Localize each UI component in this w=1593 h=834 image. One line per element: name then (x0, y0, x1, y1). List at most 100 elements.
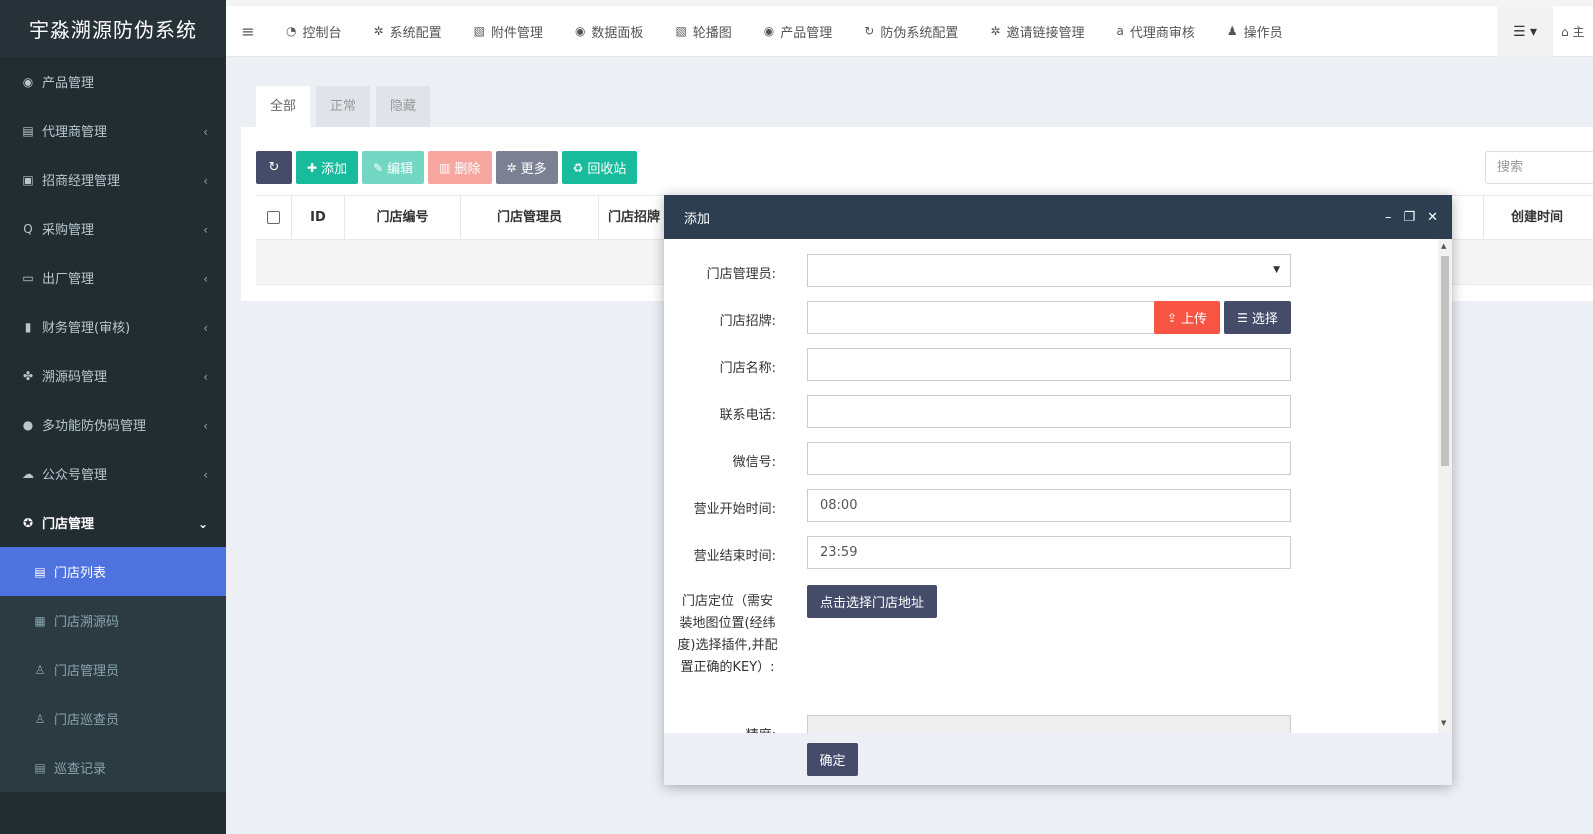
top-nav-item[interactable]: ✲ 邀请链接管理 (974, 6, 1100, 57)
scroll-up-icon[interactable]: ▲ (1441, 242, 1446, 250)
close-icon[interactable]: ✕ (1427, 210, 1438, 225)
sidebar-item-label: 出厂管理 (42, 272, 95, 287)
chevron-left-icon: ‹ (203, 370, 208, 384)
sidebar-item[interactable]: Q 采购管理 ‹ (0, 204, 226, 253)
store-name-input[interactable] (807, 348, 1291, 381)
wechat-input[interactable] (807, 442, 1291, 475)
search-input[interactable]: 搜索 (1485, 151, 1593, 184)
column-header-created-time[interactable]: 创建时间 (1483, 196, 1593, 239)
life-ring-icon: ✪ (22, 515, 34, 530)
store-admin-select[interactable]: ▼ (807, 254, 1291, 287)
delete-button[interactable]: ▥ 删除 (428, 151, 492, 184)
select-all-checkbox[interactable] (267, 211, 280, 224)
status-tab[interactable]: 正常 (316, 86, 371, 127)
field-open-time: 营业开始时间: 08:00 (664, 489, 1438, 522)
sidebar-item-label: 公众号管理 (42, 468, 108, 483)
maximize-icon[interactable]: ❐ (1403, 210, 1415, 225)
column-header-store-sign[interactable]: 门店招牌 (599, 196, 669, 239)
more-button[interactable]: ✲ 更多 (495, 151, 558, 184)
store-sign-input[interactable] (807, 301, 1155, 334)
store-submenu: ▤ 门店列表 ▦ 门店溯源码 ♙ 门店管理员 ♙ 门店巡查员 ▤ 巡查记录 (0, 547, 226, 792)
globe-icon: ◉ (763, 24, 775, 38)
sidebar-item[interactable]: ▤ 代理商管理 ‹ (0, 106, 226, 155)
nav-list-dropdown[interactable]: ☰ ▾ (1497, 6, 1553, 57)
phone-input[interactable] (807, 395, 1291, 428)
column-header-store-admin[interactable]: 门店管理员 (461, 196, 599, 239)
app-logo[interactable]: 宇淼溯源防伪系统 (0, 0, 226, 57)
recycle-bin-button[interactable]: ♻ 回收站 (561, 151, 638, 184)
menu-toggle-icon[interactable]: ≡ (226, 22, 270, 41)
sidebar-item-label: 溯源码管理 (42, 370, 108, 385)
list-alt-icon: ▤ (34, 564, 46, 579)
sidebar-subitem-label: 门店巡查员 (54, 713, 120, 728)
confirm-button[interactable]: 确定 (807, 743, 858, 776)
sidebar-item[interactable]: ▣ 招商经理管理 ‹ (0, 155, 226, 204)
field-close-time: 营业结束时间: 23:59 (664, 536, 1438, 569)
open-time-label: 营业开始时间: (693, 502, 776, 517)
sidebar-subitem[interactable]: ▤ 门店列表 (0, 547, 226, 596)
sidebar-item[interactable]: ☁ 公众号管理 ‹ (0, 449, 226, 498)
wechat-label: 微信号: (732, 455, 776, 470)
select-location-button[interactable]: 点击选择门店地址 (807, 585, 938, 618)
choose-label: 选择 (1251, 312, 1278, 327)
table-toolbar: ↻ ✚ 添加 ✎ 编辑 ▥ 删除 ✲ 更多 ♻ 回收站 (256, 151, 641, 184)
upload-button[interactable]: ⇪ 上传 (1154, 301, 1220, 334)
choose-button[interactable]: ☰ 选择 (1224, 301, 1291, 334)
trash-icon: ▥ (439, 160, 451, 175)
add-button[interactable]: ✚ 添加 (296, 151, 359, 184)
top-nav-label: 邀请链接管理 (1006, 25, 1085, 41)
edit-button[interactable]: ✎ 编辑 (362, 151, 425, 184)
column-header-id[interactable]: ID (292, 196, 345, 239)
nav-home-link[interactable]: ⌂ 主 (1561, 6, 1593, 57)
wechat-icon: ☁ (22, 466, 34, 481)
home-icon: ⌂ (1561, 24, 1569, 39)
sidebar-subitem[interactable]: ▦ 门店溯源码 (0, 596, 226, 645)
scroll-down-icon[interactable]: ▼ (1441, 719, 1446, 727)
top-nav-item[interactable]: ◉ 数据面板 (559, 6, 660, 57)
chevron-left-icon: ‹ (203, 223, 208, 237)
top-nav-item[interactable]: ▧ 轮播图 (659, 6, 747, 57)
top-nav-item[interactable]: ◉ 产品管理 (748, 6, 849, 57)
chevron-left-icon: ‹ (203, 321, 208, 335)
sidebar-subitem[interactable]: ▤ 巡查记录 (0, 743, 226, 792)
sidebar-subitem[interactable]: ♙ 门店管理员 (0, 645, 226, 694)
address-book-icon: ▣ (22, 172, 34, 187)
top-nav-item[interactable]: ♟ 操作员 (1211, 6, 1299, 57)
sidebar-item-label: 招商经理管理 (42, 174, 121, 189)
sidebar-subitem[interactable]: ♙ 门店巡查员 (0, 694, 226, 743)
sidebar-subitem-label: 门店管理员 (54, 664, 120, 679)
sidebar-item[interactable]: ▭ 出厂管理 ‹ (0, 253, 226, 302)
sidebar-item[interactable]: ● 多功能防伪码管理 ‹ (0, 400, 226, 449)
top-nav-item[interactable]: ▧ 附件管理 (458, 6, 559, 57)
dialog-scrollbar[interactable]: ▲ ▼ (1438, 239, 1452, 733)
select-all-cell (256, 196, 292, 239)
field-phone: 联系电话: (664, 395, 1438, 428)
user-icon: ♟ (1226, 24, 1238, 38)
sidebar-item[interactable]: ▮ 财务管理(审核) ‹ (0, 302, 226, 351)
sidebar-item[interactable]: ✤ 溯源码管理 ‹ (0, 351, 226, 400)
top-nav-label: 产品管理 (780, 25, 833, 41)
scroll-thumb[interactable] (1441, 256, 1449, 466)
sidebar-item[interactable]: ◉ 产品管理 (0, 57, 226, 106)
gears-icon: ✲ (990, 24, 1001, 38)
dashboard-icon: ◔ (286, 24, 297, 38)
top-nav-item[interactable]: ◔ 控制台 (270, 6, 358, 57)
close-time-label: 营业结束时间: (693, 549, 776, 564)
location-label: 门店定位（需安装地图位置(经纬度)选择插件,并配置正确的KEY）: (677, 594, 778, 675)
refresh-button[interactable]: ↻ (256, 151, 292, 184)
column-header-store-no[interactable]: 门店编号 (345, 196, 461, 239)
user-icon: ♙ (34, 662, 46, 677)
top-nav-label: 系统配置 (389, 25, 442, 41)
top-nav-item[interactable]: a 代理商审核 (1100, 6, 1210, 57)
open-time-input[interactable]: 08:00 (807, 489, 1291, 522)
top-nav-item[interactable]: ↻ 防伪系统配置 (848, 6, 974, 57)
longitude-input[interactable] (807, 715, 1291, 733)
minimize-icon[interactable]: – (1385, 210, 1392, 225)
status-tab[interactable]: 隐藏 (376, 86, 431, 127)
status-tab[interactable]: 全部 (256, 86, 311, 127)
sidebar-item-store-management[interactable]: ✪ 门店管理 ⌄ (0, 498, 226, 547)
top-nav-item[interactable]: ✲ 系统配置 (358, 6, 458, 57)
close-time-input[interactable]: 23:59 (807, 536, 1291, 569)
gear-icon: ✲ (506, 160, 517, 175)
field-longitude: 精度: (664, 715, 1438, 733)
